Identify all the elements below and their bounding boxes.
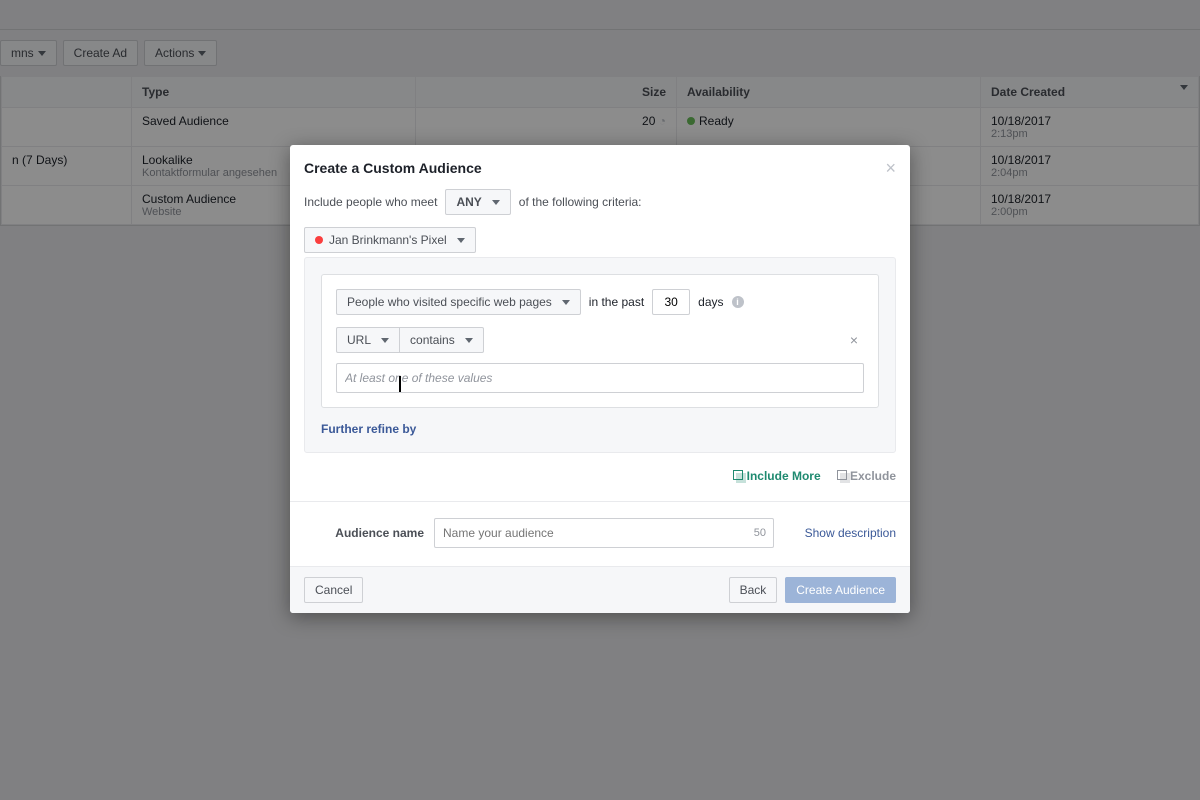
remove-rule-icon[interactable]: × (844, 332, 864, 348)
create-audience-button[interactable]: Create Audience (785, 577, 896, 603)
modal-footer: Cancel Back Create Audience (290, 566, 910, 613)
audience-name-label: Audience name (304, 526, 424, 540)
in-past-label: in the past (589, 295, 644, 309)
caret-down-icon (492, 200, 500, 205)
pixel-selector[interactable]: Jan Brinkmann's Pixel (304, 227, 476, 253)
cancel-button[interactable]: Cancel (304, 577, 363, 603)
days-input[interactable] (652, 289, 690, 315)
criteria-row: Include people who meet ANY of the follo… (304, 189, 896, 215)
exclude-link[interactable]: Exclude (837, 469, 896, 483)
days-label: days (698, 295, 723, 309)
modal-overlay: Create a Custom Audience × Include peopl… (0, 0, 1200, 800)
pixel-status-icon (315, 236, 323, 244)
audience-name-input[interactable] (434, 518, 774, 548)
url-values-input[interactable] (336, 363, 864, 393)
url-field-selector[interactable]: URL (336, 327, 400, 353)
caret-down-icon (465, 338, 473, 343)
rule-container: People who visited specific web pages in… (304, 257, 896, 453)
create-custom-audience-modal: Create a Custom Audience × Include peopl… (290, 145, 910, 613)
include-more-link[interactable]: Include More (733, 469, 820, 483)
info-icon[interactable]: i (732, 296, 744, 308)
name-char-counter: 50 (754, 527, 766, 539)
contains-selector[interactable]: contains (400, 327, 484, 353)
further-refine-link[interactable]: Further refine by (321, 422, 879, 436)
close-icon[interactable]: × (885, 159, 896, 177)
include-icon (733, 470, 743, 480)
show-description-link[interactable]: Show description (805, 526, 896, 540)
visit-rule-selector[interactable]: People who visited specific web pages (336, 289, 581, 315)
caret-down-icon (381, 338, 389, 343)
match-any-selector[interactable]: ANY (445, 189, 510, 215)
modal-title: Create a Custom Audience (304, 160, 482, 176)
caret-down-icon (562, 300, 570, 305)
text-cursor-icon (399, 376, 401, 392)
exclude-icon (837, 470, 847, 480)
back-button[interactable]: Back (729, 577, 778, 603)
caret-down-icon (457, 238, 465, 243)
